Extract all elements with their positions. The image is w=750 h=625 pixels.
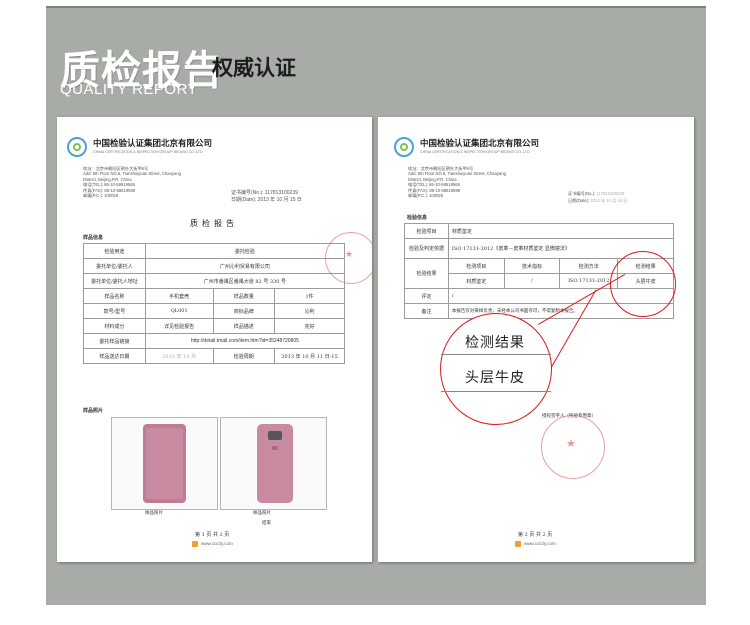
company-name-english: CHINA CERTIFICATION & INSPECTION GROUP B… bbox=[93, 150, 203, 154]
table-cell: 检验结果 bbox=[404, 258, 449, 289]
table-cell: 委托单位/委托人 bbox=[83, 258, 146, 274]
table-cell: 检验周期 bbox=[212, 348, 276, 364]
report-number: 证书编号(No.): 117813100239 bbox=[231, 190, 298, 196]
sample-photo-back bbox=[220, 417, 327, 510]
photo-caption: 样品照片 bbox=[253, 511, 271, 516]
table-row: 检验项目 材质鉴定 bbox=[404, 223, 675, 239]
table-row: 委托样品链接 http://detail.tmall.com/item.htm?… bbox=[83, 333, 346, 349]
zoom-circle: 检测结果 头层牛皮 bbox=[440, 313, 552, 425]
table-cell: 样品描述 bbox=[212, 318, 276, 334]
company-name: 中国检验认证集团北京有限公司 bbox=[93, 139, 213, 149]
table-cell: / bbox=[503, 273, 561, 289]
table-cell: 2013 年 10 月 11 日-15 bbox=[274, 348, 345, 364]
report-date-value: 2013 年 10 月 15 日 bbox=[590, 198, 628, 203]
zoom-divider bbox=[441, 354, 551, 355]
website-text: www.ccicbj.com bbox=[524, 541, 556, 546]
table-cell: 1件 bbox=[274, 288, 345, 304]
table-cell: 检验用途 bbox=[83, 243, 146, 259]
table-cell: 委托检验 bbox=[144, 243, 346, 259]
seal-star-icon: ★ bbox=[345, 250, 354, 260]
report-date-label: 日期(Date): bbox=[231, 197, 257, 203]
zoom-divider bbox=[441, 391, 551, 392]
report-date-value: 2013 年 10 月 15 日 bbox=[257, 197, 302, 203]
report-number: 证书编号(No.): 117813100239 bbox=[568, 191, 624, 196]
table-cell: 评定 bbox=[404, 288, 449, 304]
address-line: 邮编(P.C.): 100026 bbox=[408, 193, 444, 199]
report-date-label: 日期(Date): bbox=[568, 198, 590, 203]
section-test-info: 检验信息 bbox=[407, 215, 428, 221]
seal-star-icon: ★ bbox=[566, 437, 576, 450]
company-logo-icon bbox=[394, 137, 414, 157]
table-cell: 材料成分 bbox=[83, 318, 146, 334]
address-block: 地址：北京市朝阳区朝外大街甲6号 Add: 5th Floor NO.6, Ti… bbox=[408, 166, 506, 198]
table-row: 样品名称 手机套壳 样品数量 1件 bbox=[83, 288, 345, 304]
table-cell: 材质鉴定 bbox=[447, 223, 675, 239]
table-cell: 广州市番禺区番禺大道 82 号 330 号 bbox=[144, 273, 346, 289]
table-row: 委托单位/委托人地址 广州市番禺区番禺大道 82 号 330 号 bbox=[83, 273, 346, 289]
table-cell: 手机套壳 bbox=[144, 288, 214, 304]
sample-photo-front bbox=[111, 417, 218, 510]
photo-caption: 样品照片 bbox=[145, 511, 163, 516]
section-sample-info: 样品信息 bbox=[83, 235, 104, 241]
report-number-value: 117813100239 bbox=[596, 191, 625, 196]
phone-case-front-image bbox=[143, 424, 186, 503]
table-row: 检验用途 委托检验 bbox=[83, 243, 346, 259]
table-row: 款号/型号 QL001 商标品牌 沁利 bbox=[83, 303, 345, 319]
report-number-value: 117813100239 bbox=[264, 190, 298, 196]
report-title: 质检报告 bbox=[190, 219, 238, 228]
table-cell: 详见检验报告 bbox=[144, 318, 214, 334]
website-text: www.ccicbj.com bbox=[201, 541, 233, 546]
table-cell: 委托样品链接 bbox=[83, 333, 146, 349]
report-date: 日期(Date): 2013 年 10 月 15 日 bbox=[231, 197, 302, 203]
table-cell: 样品名称 bbox=[83, 288, 146, 304]
table-cell: QL001 bbox=[144, 303, 214, 319]
table-cell: 检验及判定依据 bbox=[404, 238, 449, 259]
website-icon bbox=[515, 541, 521, 547]
page-subtitle: 权威认证 bbox=[212, 56, 296, 80]
table-cell: 款号/型号 bbox=[83, 303, 146, 319]
signature-label: 授权签字人（检验专用章） bbox=[542, 414, 596, 419]
zoom-result-header: 检测结果 bbox=[465, 335, 525, 351]
table-header-cell: 检测方法 bbox=[559, 258, 619, 274]
zoom-result-value: 头层牛皮 bbox=[465, 370, 525, 386]
phone-case-back-image bbox=[257, 424, 293, 503]
table-cell: 完好 bbox=[274, 318, 345, 334]
sample-info-table: 检验用途 委托检验 委托单位/委托人 广州沁利贸易有限公司 委托单位/委托人地址… bbox=[83, 243, 346, 364]
table-header-cell: 技术指标 bbox=[503, 258, 561, 274]
table-cell: 商标品牌 bbox=[212, 303, 276, 319]
table-cell: 2013 年 10 月 bbox=[144, 348, 214, 364]
address-line: 邮编(P.C.): 100026 bbox=[83, 193, 119, 199]
table-cell: 广州沁利贸易有限公司 bbox=[144, 258, 346, 274]
page-number: 第 1 页 共 2 页 bbox=[195, 532, 230, 538]
report-date: 日期(Date): 2013 年 10 月 15 日 bbox=[568, 198, 627, 203]
end-mark: 结束 bbox=[262, 521, 271, 526]
table-row: 委托单位/委托人 广州沁利贸易有限公司 bbox=[83, 258, 346, 274]
table-cell: ISO 17131-2012 bbox=[559, 273, 619, 289]
table-header-cell: 检测项目 bbox=[447, 258, 505, 274]
report-number-label: 证书编号(No.): bbox=[231, 190, 264, 196]
table-cell: 样品数量 bbox=[212, 288, 276, 304]
table-cell: 样品送达日期 bbox=[83, 348, 146, 364]
report-page-2: 中国检验认证集团北京有限公司 CHINA CERTIFICATION & INS… bbox=[378, 117, 694, 562]
page-title-english: QUALITY REPORT bbox=[60, 81, 198, 98]
report-number-label: 证书编号(No.): bbox=[568, 191, 596, 196]
company-name: 中国检验认证集团北京有限公司 bbox=[420, 139, 540, 149]
address-block: 地址：北京市朝阳区朝外大街甲6号 Add: 5th Floor NO.6, Ti… bbox=[83, 166, 181, 198]
section-sample-photo: 样品照片 bbox=[83, 408, 104, 414]
company-logo-icon bbox=[67, 137, 87, 157]
page-number: 第 2 页 共 2 页 bbox=[518, 532, 553, 538]
table-cell: 备注 bbox=[404, 303, 449, 319]
website-icon bbox=[192, 541, 198, 547]
table-cell: 检验项目 bbox=[404, 223, 449, 239]
company-name-english: CHINA CERTIFICATION & INSPECTION GROUP B… bbox=[420, 150, 530, 154]
table-cell: 委托单位/委托人地址 bbox=[83, 273, 146, 289]
sample-link: http://detail.tmall.com/item.htm?id=3524… bbox=[144, 333, 346, 349]
result-highlight-ring bbox=[610, 251, 676, 317]
table-cell: 沁利 bbox=[274, 303, 345, 319]
table-row: 材料成分 详见检验报告 样品描述 完好 bbox=[83, 318, 345, 334]
report-page-1: 中国检验认证集团北京有限公司 CHINA CERTIFICATION & INS… bbox=[57, 117, 372, 562]
table-row: 样品送达日期 2013 年 10 月 检验周期 2013 年 10 月 11 日… bbox=[83, 348, 345, 364]
table-cell: 材质鉴定 bbox=[447, 273, 505, 289]
